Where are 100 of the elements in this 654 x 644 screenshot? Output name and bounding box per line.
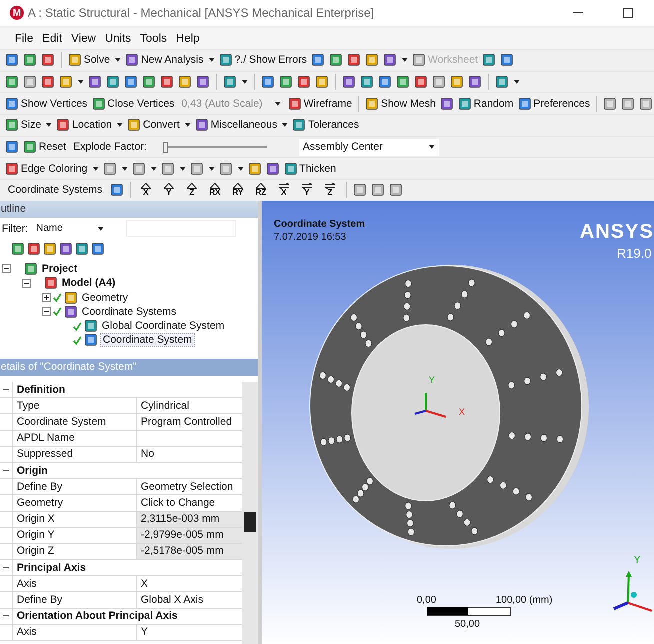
axis-button[interactable]: Z bbox=[182, 183, 203, 198]
tree-item[interactable]: Global Coordinate System bbox=[100, 320, 227, 332]
square-icon bbox=[132, 162, 146, 176]
property-value[interactable]: Y bbox=[137, 624, 242, 640]
caret-icon bbox=[274, 102, 281, 106]
property-value[interactable]: X bbox=[137, 576, 242, 592]
scrollbar[interactable] bbox=[242, 382, 258, 644]
scrollbar-thumb[interactable] bbox=[244, 512, 256, 532]
toolbar-button[interactable]: New Analysis bbox=[124, 50, 216, 70]
toolbar-button[interactable]: Thicken bbox=[282, 159, 338, 178]
square-icon bbox=[365, 96, 380, 111]
slider-thumb[interactable] bbox=[162, 142, 168, 153]
tree-item[interactable]: Project bbox=[40, 262, 80, 275]
timestamp: 7.07.2019 16:53 bbox=[274, 232, 346, 243]
caret-icon bbox=[208, 166, 215, 171]
toolbar-separator bbox=[254, 74, 255, 90]
square-icon bbox=[106, 75, 120, 90]
toolbar-button[interactable]: Random bbox=[456, 94, 515, 114]
square-icon bbox=[5, 162, 19, 176]
square-icon bbox=[440, 96, 454, 111]
square-icon bbox=[27, 242, 41, 256]
tree-item[interactable]: Model (A4) bbox=[60, 277, 118, 290]
property-value[interactable]: Geometry Selection bbox=[137, 479, 242, 494]
square-icon bbox=[11, 242, 25, 256]
square-icon bbox=[266, 162, 280, 176]
property-name: Axis bbox=[12, 576, 137, 592]
axis-button[interactable]: RY bbox=[228, 183, 249, 198]
square-icon bbox=[196, 75, 210, 90]
square-icon bbox=[59, 242, 73, 256]
toolbar-button[interactable]: Show Mesh bbox=[364, 94, 437, 114]
tree-item[interactable]: Geometry bbox=[80, 292, 130, 304]
axis-button[interactable]: Y bbox=[158, 183, 180, 198]
scale-label: 0,00 bbox=[417, 594, 436, 606]
toolbar-button[interactable]: Tolerances bbox=[291, 116, 360, 135]
property-value[interactable]: No bbox=[137, 446, 242, 462]
menu-item[interactable]: Help bbox=[175, 32, 201, 44]
tree-item[interactable]: Coordinate System bbox=[100, 333, 196, 348]
square-icon bbox=[75, 242, 89, 256]
tree-item[interactable]: Coordinate Systems bbox=[80, 306, 179, 318]
caret-icon bbox=[150, 166, 157, 171]
toolbar-button[interactable]: Close Vertices bbox=[90, 94, 176, 114]
toolbar-separator bbox=[346, 182, 347, 198]
toolbar-button[interactable]: Location bbox=[55, 116, 124, 135]
property-name: Define By bbox=[12, 592, 137, 608]
axis-button[interactable]: Y bbox=[296, 183, 318, 198]
property-value[interactable]: Cylindrical bbox=[137, 398, 242, 414]
square-icon bbox=[125, 53, 140, 68]
square-icon bbox=[23, 75, 37, 90]
property-value[interactable]: Click to Change bbox=[137, 495, 242, 510]
square-icon bbox=[388, 183, 403, 198]
toolbar-button[interactable]: Solve bbox=[67, 50, 122, 70]
property-value[interactable]: -2,9799e-005 mm bbox=[137, 528, 242, 543]
square-icon bbox=[56, 118, 70, 132]
square-icon bbox=[352, 183, 367, 198]
axis-button[interactable]: RX bbox=[204, 183, 226, 198]
caret-icon bbox=[115, 58, 122, 62]
square-icon bbox=[190, 162, 204, 176]
caret-icon bbox=[242, 80, 248, 84]
square-icon bbox=[297, 75, 311, 90]
toolbar-separator bbox=[335, 74, 336, 90]
square-icon bbox=[248, 162, 262, 176]
toolbar-button[interactable]: Reset bbox=[22, 138, 68, 157]
property-value[interactable]: 2,3115e-003 mm bbox=[137, 512, 242, 527]
property-value[interactable]: Global X Axis bbox=[137, 592, 242, 608]
toolbar-separator bbox=[596, 96, 597, 112]
menu-item[interactable]: Tools bbox=[139, 32, 168, 44]
brand-logo: ANSYS bbox=[580, 220, 654, 244]
menu-item[interactable]: Edit bbox=[42, 32, 64, 44]
triangle-icon bbox=[210, 183, 220, 190]
toolbar-button[interactable]: Convert bbox=[126, 116, 192, 135]
axis-button[interactable]: X bbox=[136, 183, 157, 198]
square-icon bbox=[84, 333, 98, 348]
square-icon bbox=[279, 75, 293, 90]
caret-icon bbox=[428, 145, 435, 150]
toolbar-label: Coordinate Systems bbox=[7, 184, 104, 196]
toolbar-button[interactable]: Size bbox=[4, 116, 54, 135]
toolbar-button[interactable]: Miscellaneous bbox=[194, 116, 290, 135]
axis-label: X bbox=[459, 406, 466, 417]
square-icon bbox=[458, 96, 472, 111]
menu-item[interactable]: View bbox=[70, 32, 98, 44]
square-icon bbox=[261, 75, 275, 90]
square-icon bbox=[284, 162, 298, 176]
toolbar-button[interactable]: Wireframe bbox=[286, 94, 354, 114]
menu-item[interactable]: Units bbox=[104, 32, 132, 44]
square-icon bbox=[378, 75, 392, 90]
property-value[interactable]: -2,5178e-005 mm bbox=[137, 544, 242, 560]
square-icon bbox=[414, 75, 428, 90]
dropdown-field[interactable]: Assembly Center bbox=[298, 138, 439, 156]
caret-icon bbox=[208, 58, 215, 62]
menu-item[interactable]: File bbox=[14, 32, 35, 44]
axis-button[interactable]: Z bbox=[320, 183, 341, 198]
toolbar-button[interactable]: Edge Coloring bbox=[4, 159, 100, 178]
toolbar-button[interactable]: Show Vertices bbox=[4, 94, 89, 114]
toolbar-button[interactable]: ?./ Show Errors bbox=[218, 50, 308, 70]
toolbar-button[interactable]: Preferences bbox=[516, 94, 592, 114]
property-name: Geometry bbox=[12, 495, 137, 510]
axis-button[interactable]: X bbox=[274, 183, 295, 198]
property-value[interactable]: Program Controlled bbox=[137, 414, 242, 430]
square-icon bbox=[5, 96, 19, 111]
axis-button[interactable]: RZ bbox=[250, 183, 272, 198]
